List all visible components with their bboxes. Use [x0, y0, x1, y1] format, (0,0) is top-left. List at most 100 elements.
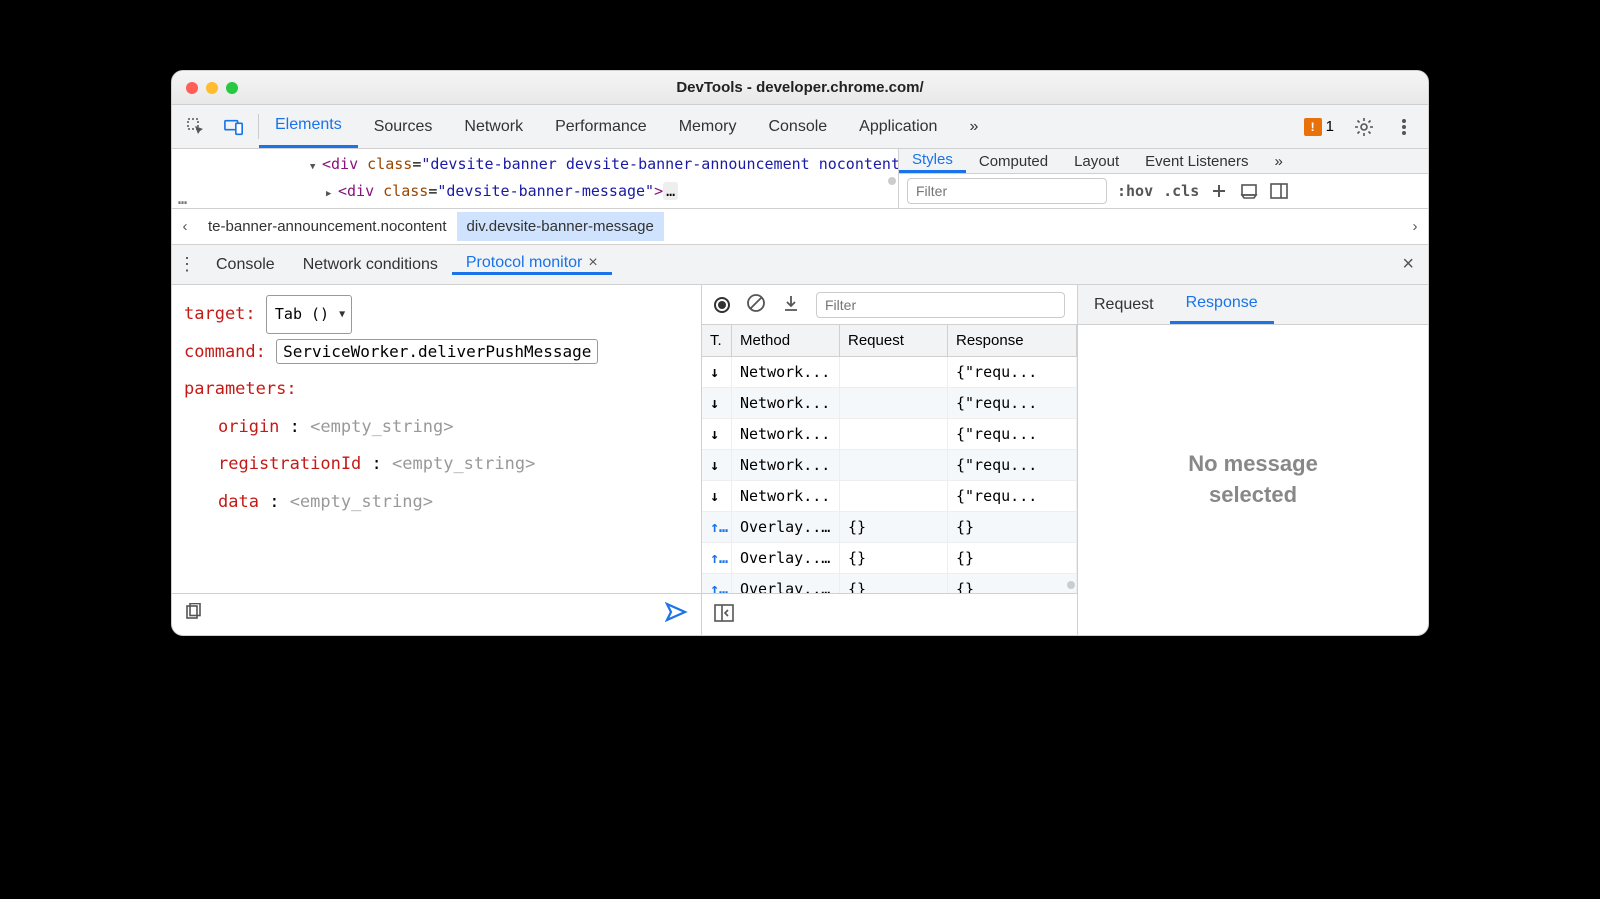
drawer-tab-console[interactable]: Console	[202, 256, 289, 274]
message-direction-icon: ↓	[702, 388, 732, 418]
tab-network[interactable]: Network	[448, 105, 539, 148]
copy-command-icon[interactable]	[184, 603, 202, 626]
message-detail-panel: Request Response No messageselected	[1078, 285, 1428, 635]
message-direction-icon: ↓	[702, 419, 732, 449]
target-select[interactable]: Tab ()	[266, 295, 352, 334]
message-request: {}	[840, 512, 948, 542]
devtools-window: DevTools - developer.chrome.com/ Element…	[171, 70, 1429, 636]
dom-tree-panel[interactable]: <div class="devsite-banner devsite-banne…	[172, 149, 898, 208]
titlebar: DevTools - developer.chrome.com/	[172, 71, 1428, 105]
message-response: {}	[948, 574, 1077, 593]
computed-styles-icon[interactable]	[1239, 181, 1259, 201]
message-request	[840, 357, 948, 387]
new-style-rule-icon[interactable]	[1209, 181, 1229, 201]
tab-elements[interactable]: Elements	[259, 105, 358, 148]
message-row[interactable]: ↓Network...{"requ...	[702, 388, 1077, 419]
styles-tab-layout[interactable]: Layout	[1061, 149, 1132, 173]
inspect-element-icon[interactable]	[186, 117, 206, 137]
crumb-item-selected[interactable]: div.devsite-banner-message	[457, 212, 664, 241]
message-row[interactable]: ↑↓Overlay....{}{}	[702, 512, 1077, 543]
crumb-scroll-right[interactable]: ›	[1402, 218, 1428, 235]
param-name: registrationId	[218, 454, 361, 474]
message-method: Network...	[732, 481, 840, 511]
drawer-tab-network-conditions[interactable]: Network conditions	[289, 256, 452, 274]
close-tab-icon[interactable]: ×	[588, 254, 597, 272]
param-name: data	[218, 492, 259, 512]
command-label: command:	[184, 342, 266, 362]
tabs-overflow[interactable]: »	[953, 105, 994, 148]
message-row[interactable]: ↑↓Overlay....{}{}	[702, 543, 1077, 574]
clear-icon[interactable]	[746, 293, 766, 317]
message-response: {"requ...	[948, 357, 1077, 387]
tab-console[interactable]: Console	[752, 105, 843, 148]
scrollbar-thumb[interactable]	[1067, 581, 1075, 589]
drawer-tab-protocol-monitor[interactable]: Protocol monitor ×	[452, 254, 612, 275]
warnings-badge[interactable]: ! 1	[1304, 118, 1334, 136]
traffic-lights	[186, 82, 238, 94]
detail-tab-request[interactable]: Request	[1078, 285, 1170, 324]
download-icon[interactable]	[782, 294, 800, 316]
message-row[interactable]: ↓Network...{"requ...	[702, 481, 1077, 512]
message-request	[840, 450, 948, 480]
command-input[interactable]: ServiceWorker.deliverPushMessage	[276, 339, 598, 364]
detail-empty-state: No messageselected	[1078, 325, 1428, 635]
param-value[interactable]: <empty_string>	[290, 492, 433, 512]
tab-performance[interactable]: Performance	[539, 105, 663, 148]
tab-memory[interactable]: Memory	[663, 105, 753, 148]
kebab-menu-icon[interactable]	[1394, 117, 1414, 137]
message-request	[840, 481, 948, 511]
message-row[interactable]: ↓Network...{"requ...	[702, 450, 1077, 481]
message-response: {}	[948, 543, 1077, 573]
message-row[interactable]: ↑↓Overlay....{}{}	[702, 574, 1077, 593]
message-response: {"requ...	[948, 419, 1077, 449]
message-method: Network...	[732, 450, 840, 480]
close-window-button[interactable]	[186, 82, 198, 94]
styles-tab-eventlisteners[interactable]: Event Listeners	[1132, 149, 1261, 173]
zoom-window-button[interactable]	[226, 82, 238, 94]
settings-icon[interactable]	[1354, 117, 1374, 137]
styles-tab-computed[interactable]: Computed	[966, 149, 1061, 173]
scrollbar-thumb[interactable]	[888, 177, 896, 185]
dom-tag: <div	[322, 155, 367, 173]
main-toolbar: Elements Sources Network Performance Mem…	[172, 105, 1428, 149]
breadcrumb: ‹ te-banner-announcement.nocontent div.d…	[172, 209, 1428, 245]
messages-header: T. Method Request Response	[702, 325, 1077, 357]
param-value[interactable]: <empty_string>	[310, 417, 453, 437]
styles-tab-styles[interactable]: Styles	[899, 149, 966, 173]
message-response: {"requ...	[948, 388, 1077, 418]
param-value[interactable]: <empty_string>	[392, 454, 535, 474]
toggle-detail-pane-icon[interactable]	[714, 604, 734, 626]
tab-application[interactable]: Application	[843, 105, 953, 148]
message-direction-icon: ↓	[702, 481, 732, 511]
device-toolbar-icon[interactable]	[224, 117, 244, 137]
message-row[interactable]: ↓Network... {"requ...	[702, 419, 1077, 450]
parameters-label: parameters:	[184, 379, 297, 399]
message-request: {}	[840, 543, 948, 573]
toggle-sidebar-icon[interactable]	[1269, 181, 1289, 201]
dom-ellipsis: …	[178, 190, 187, 208]
send-command-icon[interactable]	[665, 602, 689, 627]
crumb-scroll-left[interactable]: ‹	[172, 218, 198, 235]
dom-tag: <div	[338, 182, 383, 200]
drawer-close-icon[interactable]: ×	[1388, 253, 1428, 276]
message-request	[840, 419, 948, 449]
command-editor-panel: target: Tab () command: ServiceWorker.de…	[172, 285, 702, 635]
styles-tabs-overflow[interactable]: »	[1262, 149, 1296, 173]
detail-tab-response[interactable]: Response	[1170, 285, 1274, 324]
hov-toggle[interactable]: :hov	[1117, 182, 1153, 200]
messages-filter-input[interactable]	[816, 292, 1065, 318]
drawer-menu-icon[interactable]: ⋮	[172, 254, 202, 275]
message-row[interactable]: ↓Network...{"requ...	[702, 357, 1077, 388]
message-request	[840, 388, 948, 418]
target-label: target:	[184, 304, 256, 324]
minimize-window-button[interactable]	[206, 82, 218, 94]
styles-filter-input[interactable]	[907, 178, 1107, 204]
tab-sources[interactable]: Sources	[358, 105, 449, 148]
cls-toggle[interactable]: .cls	[1163, 182, 1199, 200]
main-tabs: Elements Sources Network Performance Mem…	[259, 105, 994, 148]
record-toggle-icon[interactable]	[714, 296, 730, 313]
message-direction-icon: ↑↓	[702, 512, 732, 542]
crumb-item[interactable]: te-banner-announcement.nocontent	[198, 212, 457, 241]
message-direction-icon: ↓	[702, 450, 732, 480]
message-method: Network...	[732, 419, 840, 449]
